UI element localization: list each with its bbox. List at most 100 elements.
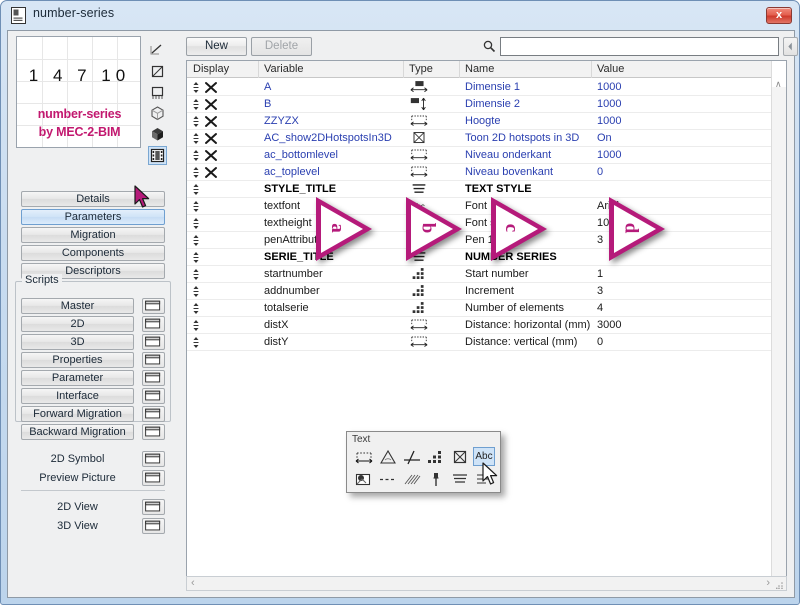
table-vertical-scrollbar[interactable]: ∧ — [771, 61, 786, 589]
cell-variable[interactable]: AC_show2DHotspotsIn3D — [264, 132, 392, 144]
scroll-up-indicator[interactable]: ∧ — [775, 79, 782, 90]
length-icon[interactable] — [409, 114, 431, 129]
pen-icon[interactable] — [425, 470, 447, 489]
table-row[interactable]: textfont Abc Font Arial — [187, 198, 771, 215]
row-sort-icon[interactable] — [191, 284, 231, 299]
cell-value[interactable]: 1000 — [597, 81, 621, 93]
table-row[interactable]: distX Distance: horizontal (mm) 3000 — [187, 317, 771, 334]
script-button-interface[interactable]: Interface — [21, 388, 134, 404]
cell-variable[interactable]: B — [264, 98, 271, 110]
delete-button[interactable]: Delete — [251, 37, 312, 56]
row-sort-icon[interactable] — [191, 301, 231, 316]
script-button-parameter[interactable]: Parameter — [21, 370, 134, 386]
row-sort-icon[interactable] — [191, 182, 231, 197]
script-button-forward-migration[interactable]: Forward Migration — [21, 406, 134, 422]
cell-variable[interactable]: STYLE_TITLE — [264, 183, 336, 195]
column-header-value[interactable]: Value — [597, 63, 624, 75]
column-header-display[interactable]: Display — [193, 63, 229, 75]
sidebar-item-components[interactable]: Components — [21, 245, 165, 261]
title-bar[interactable]: number-series x — [1, 1, 799, 28]
table-row[interactable]: totalserie Number of elements 4 — [187, 300, 771, 317]
cell-name[interactable]: Niveau onderkant — [465, 149, 551, 161]
cell-value[interactable]: 10 — [597, 217, 609, 229]
length-icon[interactable] — [409, 148, 431, 163]
row-delete-icon[interactable] — [191, 97, 231, 112]
row-sort-icon[interactable] — [191, 233, 231, 248]
length-icon[interactable] — [353, 448, 375, 467]
table-row[interactable]: B Dimensie 2 1000 — [187, 96, 771, 113]
integer-icon[interactable] — [409, 301, 431, 316]
scroll-left-arrow[interactable]: ‹ — [191, 577, 195, 589]
cell-value[interactable]: 0 — [597, 166, 603, 178]
new-button[interactable]: New — [186, 37, 247, 56]
table-row[interactable]: STYLE_TITLE TEXT STYLE — [187, 181, 771, 198]
line-tool-icon[interactable] — [148, 41, 167, 60]
window-icon-2d[interactable] — [142, 316, 165, 332]
boolean-icon[interactable] — [449, 448, 471, 467]
window-icon-parameter[interactable] — [142, 370, 165, 386]
angle-icon[interactable] — [377, 448, 399, 467]
cell-name[interactable]: Font — [465, 200, 487, 212]
integer-icon[interactable] — [409, 284, 431, 299]
sidebar-item-migration[interactable]: Migration — [21, 227, 165, 243]
length-icon[interactable] — [409, 165, 431, 180]
cell-name[interactable]: TEXT STYLE — [465, 183, 532, 195]
length-icon[interactable] — [409, 335, 431, 350]
cell-variable[interactable]: textfont — [264, 200, 300, 212]
dimension-vertical-icon[interactable] — [409, 97, 431, 112]
table-row[interactable]: A Dimensie 1 1000 — [187, 79, 771, 96]
row-delete-icon[interactable] — [191, 148, 231, 163]
cell-value[interactable]: 1000 — [597, 115, 621, 127]
cell-value[interactable]: 1000 — [597, 149, 621, 161]
table-row[interactable]: addnumber Increment 3 — [187, 283, 771, 300]
sidebar-item-details[interactable]: Details — [21, 191, 165, 207]
plan-view-icon[interactable] — [148, 83, 167, 102]
table-row[interactable]: ZZYZX Hoogte 1000 — [187, 113, 771, 130]
script-button-backward-migration[interactable]: Backward Migration — [21, 424, 134, 440]
cell-name[interactable]: Dimensie 1 — [465, 81, 520, 93]
film-strip-icon[interactable] — [148, 146, 167, 165]
window-icon-backward-migration[interactable] — [142, 424, 165, 440]
point-icon[interactable] — [401, 448, 423, 467]
cell-value[interactable]: 3 — [597, 285, 603, 297]
cell-name[interactable]: Dimensie 2 — [465, 98, 520, 110]
abc-text-icon[interactable]: Abc — [473, 447, 495, 466]
cell-name[interactable]: Number of elements — [465, 302, 564, 314]
boolean-icon[interactable] — [409, 131, 431, 146]
cell-name[interactable]: Toon 2D hotspots in 3D — [465, 132, 579, 144]
window-icon-forward-migration[interactable] — [142, 406, 165, 422]
cell-name[interactable]: Hoogte — [465, 115, 500, 127]
preview-thumbnail[interactable]: 1 4 7 10 number-series by MEC-2-BIM — [16, 36, 141, 148]
row-sort-icon[interactable] — [191, 216, 231, 231]
window-icon-properties[interactable] — [142, 352, 165, 368]
script-button-2d[interactable]: 2D — [21, 316, 134, 332]
solid-cube-icon[interactable] — [148, 125, 167, 144]
cell-variable[interactable]: startnumber — [264, 268, 323, 280]
length-icon[interactable] — [409, 318, 431, 333]
cell-variable[interactable]: addnumber — [264, 285, 320, 297]
cell-variable[interactable]: penAttribute — [264, 234, 323, 246]
sidebar-item-parameters[interactable]: Parameters — [21, 209, 165, 225]
integer-icon[interactable] — [409, 267, 431, 282]
cell-name[interactable]: Pen 1 — [465, 234, 494, 246]
table-row[interactable]: distY Distance: vertical (mm) 0 — [187, 334, 771, 351]
script-button-3d[interactable]: 3D — [21, 334, 134, 350]
integer-icon[interactable] — [425, 448, 447, 467]
row-delete-icon[interactable] — [191, 131, 231, 146]
cell-variable[interactable]: A — [264, 81, 271, 93]
cell-value[interactable]: 3 — [597, 234, 603, 246]
fill-pattern-icon[interactable] — [401, 470, 423, 489]
column-header-variable[interactable]: Variable — [264, 63, 304, 75]
dimension-horizontal-icon[interactable] — [409, 80, 431, 95]
script-button-master[interactable]: Master — [21, 298, 134, 314]
cell-variable[interactable]: distX — [264, 319, 288, 331]
script-button-properties[interactable]: Properties — [21, 352, 134, 368]
prev-button[interactable] — [783, 37, 798, 56]
table-row[interactable]: startnumber Start number 1 — [187, 266, 771, 283]
table-row[interactable]: SERIE_TITLE NUMBER SERIES — [187, 249, 771, 266]
row-delete-icon[interactable] — [191, 114, 231, 129]
cell-value[interactable]: 3000 — [597, 319, 621, 331]
table-row[interactable]: AC_show2DHotspotsIn3D Toon 2D hotspots in… — [187, 130, 771, 147]
window-icon-2d-symbol[interactable] — [142, 451, 165, 467]
cell-variable[interactable]: textheight — [264, 217, 312, 229]
